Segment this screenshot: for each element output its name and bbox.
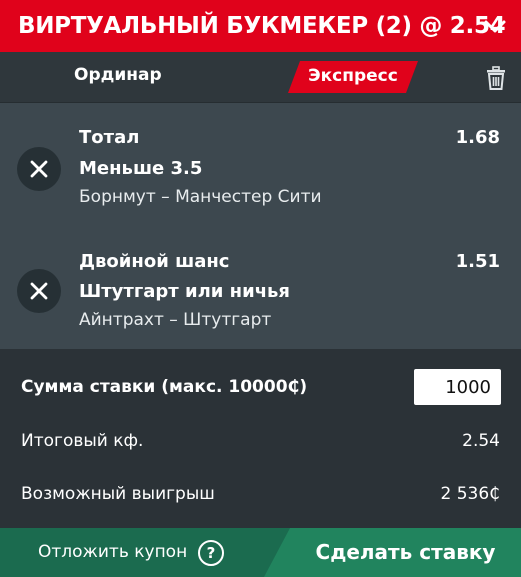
remove-bet-button[interactable] [17,269,61,313]
bet-outcome: Меньше 3.5 [79,158,203,179]
defer-coupon-button[interactable]: Отложить купон ? [0,528,290,577]
bet-event: Борнмут – Манчестер Сити [79,187,322,207]
stake-input[interactable] [414,369,501,405]
bet-market: Двойной шанс [79,251,230,272]
bet-item: Двойной шанс 1.51 Штутгарт или ничья Айн… [0,226,521,349]
bet-event: Айнтрахт – Штутгарт [79,310,272,330]
betslip-title: ВИРТУАЛЬНЫЙ БУКМЕКЕР (2) @ 2.54 [18,13,506,39]
chevron-down-icon[interactable] [483,14,507,38]
bet-list: Тотал 1.68 Меньше 3.5 Борнмут – Манчесте… [0,103,521,349]
betslip-header[interactable]: ВИРТУАЛЬНЫЙ БУКМЕКЕР (2) @ 2.54 [0,0,521,52]
place-bet-label: Сделать ставку [315,540,496,564]
bet-summary: Сумма ставки (макс. 10000₵) Итоговый кф.… [0,349,521,528]
total-odds-value: 2.54 [462,431,500,451]
place-bet-button[interactable]: Сделать ставку [264,528,521,577]
stake-label: Сумма ставки (макс. 10000₵) [21,377,308,397]
defer-coupon-label: Отложить купон [38,542,188,562]
close-icon [30,160,48,178]
close-icon [30,282,48,300]
remove-bet-button[interactable] [17,147,61,191]
help-icon[interactable]: ? [198,540,224,566]
total-odds-label: Итоговый кф. [21,431,144,451]
bet-market: Тотал [79,127,140,148]
trash-icon[interactable] [485,66,507,90]
bet-outcome: Штутгарт или ничья [79,281,290,302]
tab-single[interactable]: Ординар [74,65,162,85]
bet-type-tabs: Ординар Экспресс [0,52,521,103]
possible-win-label: Возможный выигрыш [21,484,215,504]
bet-item: Тотал 1.68 Меньше 3.5 Борнмут – Манчесте… [0,103,521,226]
possible-win-value: 2 536₵ [440,484,500,504]
tab-express[interactable]: Экспресс [288,61,418,93]
betslip-footer: Отложить купон ? Сделать ставку [0,528,521,577]
tab-express-label: Экспресс [308,66,398,86]
bet-odds: 1.51 [455,251,500,272]
bet-odds: 1.68 [455,127,500,148]
